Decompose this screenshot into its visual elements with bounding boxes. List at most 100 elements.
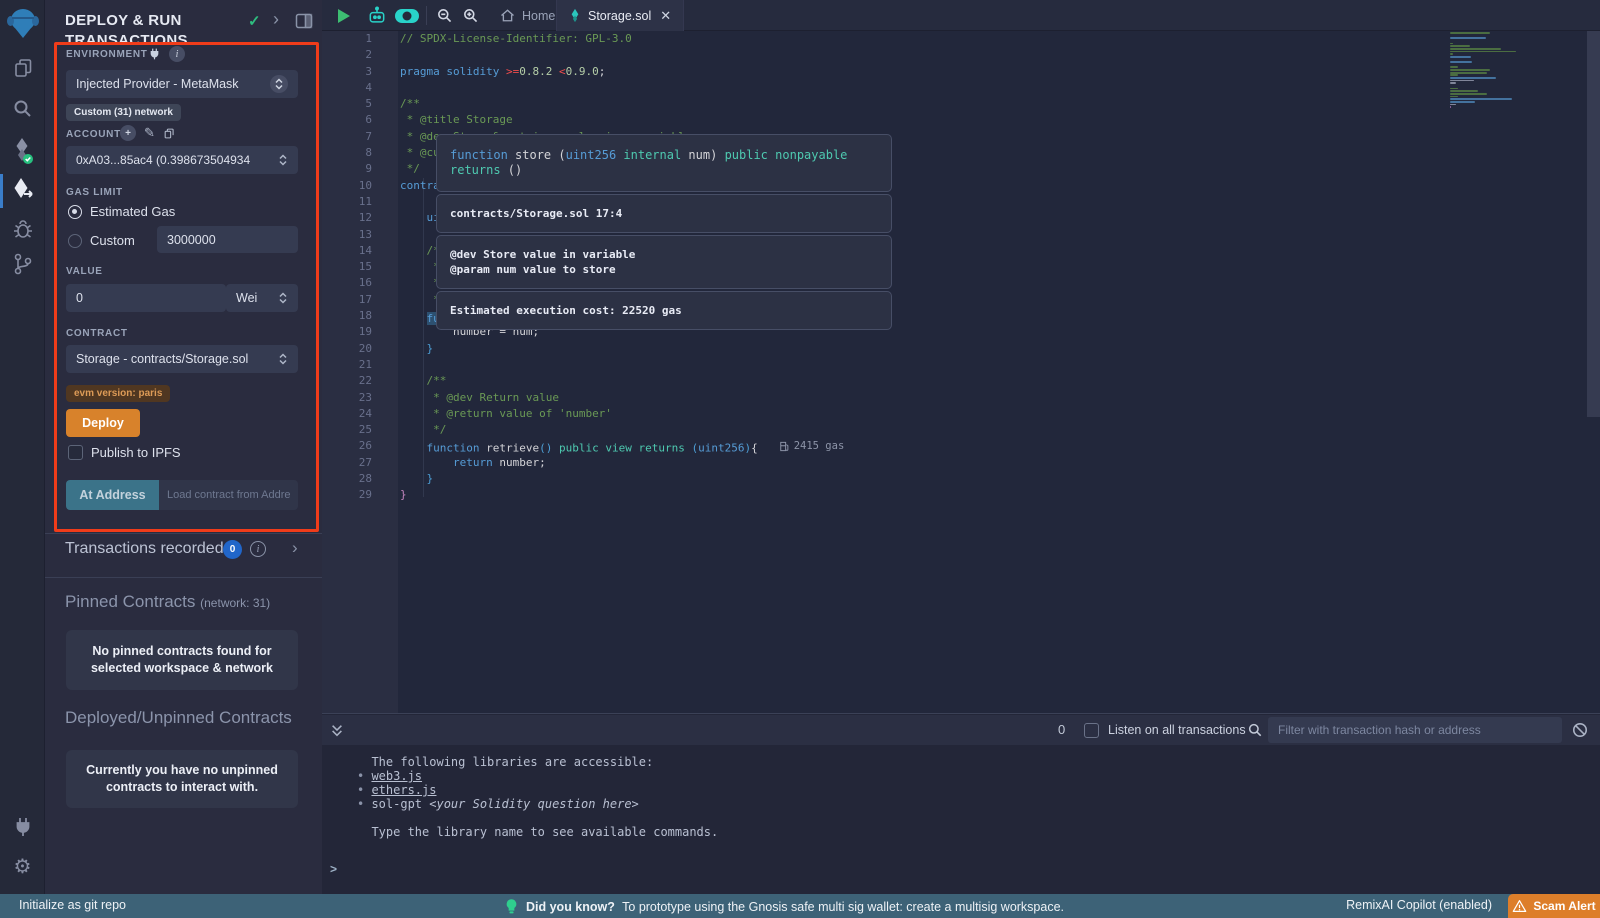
scam-alert-badge[interactable]: Scam Alert xyxy=(1508,894,1600,918)
at-address-button[interactable]: At Address xyxy=(66,480,159,510)
terminal-line: Type the library name to see available c… xyxy=(357,825,1600,839)
minimap-line xyxy=(1450,90,1478,92)
code-line[interactable]: /** xyxy=(400,373,1440,389)
value-input[interactable] xyxy=(76,291,216,305)
custom-gas-label: Custom xyxy=(90,233,135,248)
close-tab-icon[interactable]: ✕ xyxy=(660,8,671,24)
code-line[interactable]: } xyxy=(400,471,1440,487)
copy-icon[interactable] xyxy=(163,127,175,140)
deploy-run-icon[interactable] xyxy=(0,177,45,201)
account-icons: + ✎ xyxy=(120,125,175,141)
radio-unselected-icon[interactable] xyxy=(68,234,82,248)
listen-all-checkbox[interactable] xyxy=(1084,723,1099,738)
remix-logo-icon[interactable] xyxy=(0,7,45,39)
deploy-button[interactable]: Deploy xyxy=(66,409,140,437)
minimap-line xyxy=(1450,101,1475,103)
line-number: 29 xyxy=(322,487,398,503)
terminal-output[interactable]: The following libraries are accessible:•… xyxy=(322,745,1600,895)
minimap-line xyxy=(1450,80,1474,82)
minimap-line xyxy=(1450,104,1456,106)
remix-ide-window: ⚙ DEPLOY & RUN TRANSACTIONS ✓ › ENVIRONM… xyxy=(0,0,1600,918)
code-line[interactable] xyxy=(400,80,1440,96)
code-line[interactable]: // SPDX-License-Identifier: GPL-3.0 xyxy=(400,31,1440,47)
panel-chevron-icon[interactable]: › xyxy=(273,9,279,30)
code-line[interactable]: * @return value of 'number' xyxy=(400,406,1440,422)
add-account-icon[interactable]: + xyxy=(120,125,136,141)
minimap-line xyxy=(1450,98,1512,100)
divider xyxy=(45,577,322,578)
search-icon[interactable] xyxy=(1247,722,1263,738)
account-value: 0xA03...85ac4 (0.398673504934 xyxy=(76,153,250,167)
code-line[interactable]: pragma solidity >=0.8.2 <0.9.0; xyxy=(400,64,1440,80)
debugger-icon[interactable] xyxy=(0,218,45,240)
git-init-button[interactable]: Initialize as git repo xyxy=(19,898,126,912)
plugin-manager-icon[interactable] xyxy=(0,816,45,838)
solidity-compiler-icon[interactable] xyxy=(0,137,45,165)
ai-robot-icon[interactable] xyxy=(364,0,390,31)
estimated-gas-option[interactable]: Estimated Gas xyxy=(68,204,175,219)
scam-alert-label: Scam Alert xyxy=(1533,899,1595,913)
code-line[interactable]: */ xyxy=(400,422,1440,438)
contract-select[interactable]: Storage - contracts/Storage.sol xyxy=(66,345,298,373)
file-explorer-icon[interactable] xyxy=(0,57,45,79)
code-line[interactable]: function retrieve() public view returns … xyxy=(400,438,1440,454)
settings-gear-icon[interactable]: ⚙ xyxy=(0,854,45,879)
terminal-prompt[interactable]: > xyxy=(330,862,337,876)
line-number: 8 xyxy=(322,145,398,161)
editor-toolbar: Home Storage.sol ✕ xyxy=(322,0,1600,31)
search-icon[interactable] xyxy=(0,98,45,119)
publish-checkbox[interactable] xyxy=(68,445,83,460)
tip-label: Did you know? xyxy=(526,900,615,914)
custom-gas-input[interactable] xyxy=(167,233,288,247)
custom-gas-input-wrap xyxy=(157,226,298,253)
panel-pin-icon[interactable] xyxy=(295,13,313,29)
terminal-toolbar: 0 Listen on all transactions xyxy=(322,715,1600,745)
zoom-in-icon[interactable] xyxy=(458,0,482,31)
edit-icon[interactable]: ✎ xyxy=(144,125,155,141)
minimap-line xyxy=(1450,66,1458,68)
value-unit-select[interactable]: Wei xyxy=(226,284,298,312)
terminal-line xyxy=(357,811,1600,825)
line-number: 19 xyxy=(322,324,398,340)
editor-scrollbar[interactable] xyxy=(1587,31,1600,417)
run-script-play-icon[interactable] xyxy=(332,0,356,31)
info-icon[interactable]: i xyxy=(250,541,266,557)
code-line[interactable] xyxy=(400,47,1440,63)
terminal-link[interactable]: web3.js xyxy=(371,769,422,783)
clear-filter-icon[interactable] xyxy=(1572,722,1588,738)
plug-icon[interactable] xyxy=(148,47,161,61)
tab-storage-sol[interactable]: Storage.sol ✕ xyxy=(556,0,684,31)
zoom-out-icon[interactable] xyxy=(432,0,456,31)
minimap-line xyxy=(1450,96,1458,98)
code-line[interactable]: * @title Storage xyxy=(400,112,1440,128)
copilot-status[interactable]: RemixAI Copilot (enabled) xyxy=(1346,898,1492,912)
minimap[interactable] xyxy=(1450,31,1545,151)
ai-toggle-icon[interactable] xyxy=(392,0,422,31)
code-line[interactable]: /** xyxy=(400,96,1440,112)
publish-ipfs-option[interactable]: Publish to IPFS xyxy=(68,445,181,460)
info-icon[interactable]: i xyxy=(169,46,185,62)
publish-ipfs-label: Publish to IPFS xyxy=(91,445,181,460)
account-select[interactable]: 0xA03...85ac4 (0.398673504934 xyxy=(66,146,298,174)
code-line[interactable]: } xyxy=(400,341,1440,357)
expand-chevron-icon[interactable]: › xyxy=(292,538,298,558)
code-line[interactable] xyxy=(400,357,1440,373)
custom-gas-option[interactable]: Custom xyxy=(68,233,135,248)
code-line[interactable]: * @dev Return value xyxy=(400,390,1440,406)
terminal-filter-input[interactable] xyxy=(1268,717,1562,743)
at-address-input[interactable] xyxy=(159,480,298,510)
divider xyxy=(45,533,322,534)
collapse-terminal-icon[interactable] xyxy=(330,723,344,738)
minimap-line xyxy=(1450,43,1453,45)
code-editor[interactable]: 1234567891011121314151617181920212223242… xyxy=(322,31,1600,713)
radio-selected-icon[interactable] xyxy=(68,205,82,219)
panel-title: DEPLOY & RUN TRANSACTIONS xyxy=(65,11,255,51)
code-line[interactable]: } xyxy=(400,487,1440,503)
gas-limit-label: GAS LIMIT xyxy=(66,187,123,198)
environment-select[interactable]: Injected Provider - MetaMask xyxy=(66,70,298,98)
code-line[interactable]: return number; xyxy=(400,455,1440,471)
line-number: 22 xyxy=(322,373,398,389)
minimap-line xyxy=(1450,48,1501,50)
git-icon[interactable] xyxy=(0,252,45,276)
terminal-link[interactable]: ethers.js xyxy=(371,783,436,797)
